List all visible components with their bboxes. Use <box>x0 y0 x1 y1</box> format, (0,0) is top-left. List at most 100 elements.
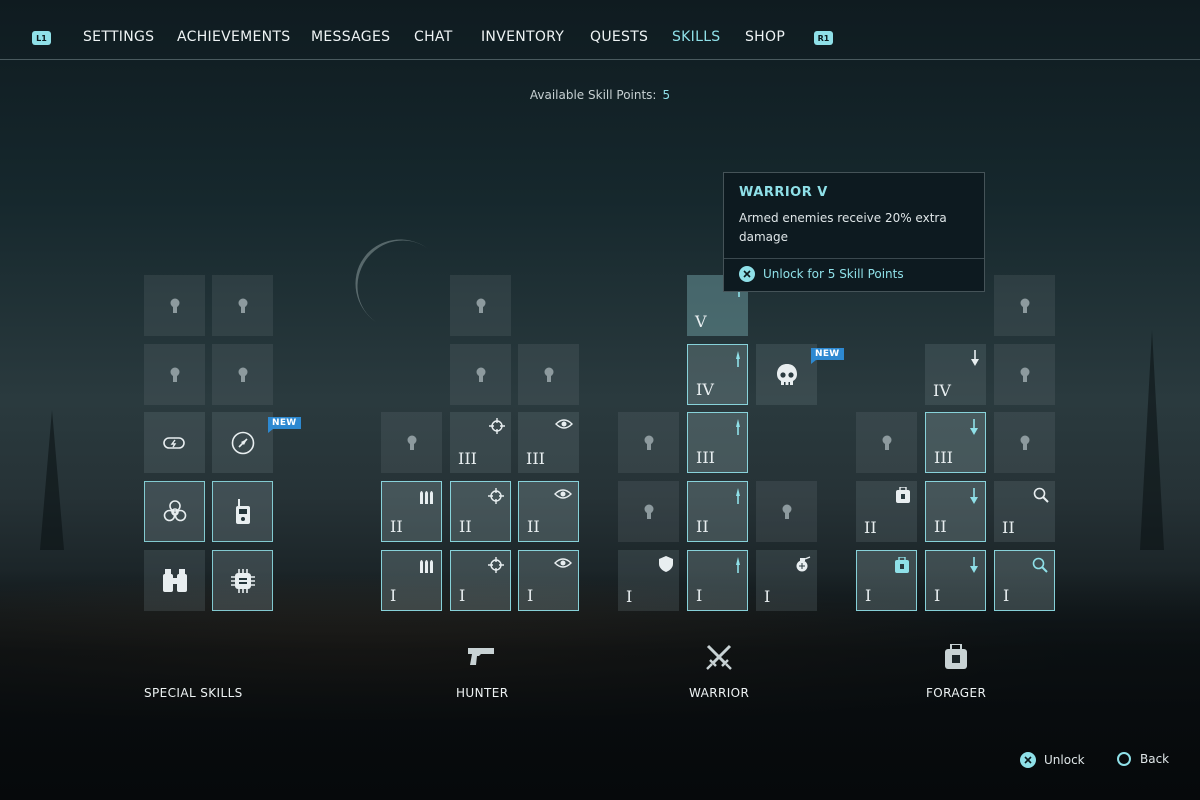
unlock-hint[interactable]: Unlock <box>1020 752 1085 768</box>
back-hint-label: Back <box>1140 752 1170 766</box>
eye-icon <box>554 558 572 568</box>
category-hunter: HUNTER <box>456 686 509 700</box>
hunter-ammo-i[interactable]: I <box>381 550 442 611</box>
skill-level: I <box>527 586 534 605</box>
moon-arc <box>337 221 466 349</box>
hunter-eye-i[interactable]: I <box>518 550 579 611</box>
warrior-grenade-i[interactable]: I <box>756 550 817 611</box>
hunter-crosshair-iii[interactable]: III <box>450 412 511 473</box>
tab-chat[interactable]: CHAT <box>414 29 453 45</box>
special-skill-battery[interactable] <box>144 412 205 473</box>
keyhole-icon <box>882 435 891 450</box>
hunter-crosshair-ii[interactable]: II <box>450 481 511 542</box>
forager-shovel-ii[interactable]: II <box>925 481 986 542</box>
skill-level: III <box>526 449 545 468</box>
hunter-eye-ii[interactable]: II <box>518 481 579 542</box>
warrior-skull[interactable] <box>756 344 817 405</box>
tab-messages[interactable]: MESSAGES <box>311 29 390 45</box>
special-skill-radio[interactable] <box>212 481 273 542</box>
eye-icon <box>554 489 572 499</box>
l1-bumper-badge[interactable]: L1 <box>32 31 51 45</box>
forager-skill-locked[interactable] <box>994 412 1055 473</box>
r1-bumper-badge[interactable]: R1 <box>814 31 833 45</box>
tab-inventory[interactable]: INVENTORY <box>481 29 564 45</box>
keyhole-icon <box>476 367 485 382</box>
forager-shovel-i[interactable]: I <box>925 550 986 611</box>
warrior-knife-ii[interactable]: II <box>687 481 748 542</box>
ammo-icon <box>420 491 433 504</box>
category-forager: FORAGER <box>926 686 987 700</box>
special-skill-chip[interactable] <box>212 550 273 611</box>
new-badge: NEW <box>811 348 844 364</box>
keyhole-icon <box>476 298 485 313</box>
special-skill-compass[interactable] <box>212 412 273 473</box>
forager-skill-locked[interactable] <box>994 275 1055 336</box>
knife-icon <box>736 557 740 573</box>
hunter-skill-locked[interactable] <box>450 344 511 405</box>
tab-quests[interactable]: QUESTS <box>590 29 648 45</box>
special-skill-biohazard[interactable] <box>144 481 205 542</box>
eye-icon <box>555 419 573 429</box>
special-skill-locked[interactable] <box>212 344 273 405</box>
shield-icon <box>659 556 673 572</box>
skill-tooltip: WARRIOR V Armed enemies receive 20% extr… <box>723 172 985 292</box>
keyhole-icon <box>644 504 653 519</box>
forager-backpack-ii[interactable]: II <box>856 481 917 542</box>
special-skill-locked[interactable] <box>212 275 273 336</box>
knife-icon <box>736 351 740 367</box>
biohazard-icon <box>163 499 186 521</box>
keyhole-icon <box>544 367 553 382</box>
hunter-crosshair-i[interactable]: I <box>450 550 511 611</box>
forager-magnifier-i[interactable]: I <box>994 550 1055 611</box>
battery-icon <box>162 436 185 449</box>
keyhole-icon <box>1020 367 1029 382</box>
forager-shovel-iii[interactable]: III <box>925 412 986 473</box>
skill-level: I <box>459 586 466 605</box>
tooltip-title: WARRIOR V <box>739 185 828 200</box>
keyhole-icon <box>782 504 791 519</box>
special-skill-locked[interactable] <box>144 344 205 405</box>
shovel-icon <box>970 419 978 435</box>
hunter-skill-locked[interactable] <box>381 412 442 473</box>
forager-magnifier-ii[interactable]: II <box>994 481 1055 542</box>
crosshair-icon <box>488 488 504 504</box>
category-special-skills: SPECIAL SKILLS <box>144 686 243 700</box>
warrior-shield-i[interactable]: I <box>618 550 679 611</box>
hunter-ammo-ii[interactable]: II <box>381 481 442 542</box>
skill-level: II <box>696 517 709 536</box>
warrior-skill-locked[interactable] <box>618 481 679 542</box>
hunter-skill-locked[interactable] <box>450 275 511 336</box>
skill-level: II <box>864 518 877 537</box>
warrior-knife-iii[interactable]: III <box>687 412 748 473</box>
special-skill-binoculars[interactable] <box>144 550 205 611</box>
shovel-icon <box>971 350 979 366</box>
new-badge: NEW <box>268 417 301 433</box>
tab-settings[interactable]: SETTINGS <box>83 29 154 45</box>
keyhole-icon <box>170 367 179 382</box>
special-skill-locked[interactable] <box>144 275 205 336</box>
warrior-skill-locked[interactable] <box>756 481 817 542</box>
hunter-eye-iii[interactable]: III <box>518 412 579 473</box>
forager-skill-locked[interactable] <box>994 344 1055 405</box>
warrior-knife-iv[interactable]: IV <box>687 344 748 405</box>
crosshair-icon <box>488 557 504 573</box>
skill-level: I <box>934 586 941 605</box>
keyhole-icon <box>238 367 247 382</box>
tab-achievements[interactable]: ACHIEVEMENTS <box>177 29 290 45</box>
skill-level: I <box>696 586 703 605</box>
grenade-icon <box>796 556 811 572</box>
forager-backpack-i[interactable]: I <box>856 550 917 611</box>
top-nav: L1 SETTINGS ACHIEVEMENTS MESSAGES CHAT I… <box>0 0 1200 60</box>
tooltip-unlock-action[interactable]: Unlock for 5 Skill Points <box>739 266 904 282</box>
back-hint[interactable]: Back <box>1117 752 1169 766</box>
warrior-skill-locked[interactable] <box>618 412 679 473</box>
compass-icon <box>231 431 254 454</box>
skill-level: III <box>458 449 477 468</box>
hunter-skill-locked[interactable] <box>518 344 579 405</box>
tab-skills[interactable]: SKILLS <box>672 29 720 45</box>
tab-shop[interactable]: SHOP <box>745 29 785 45</box>
warrior-knife-i[interactable]: I <box>687 550 748 611</box>
forager-skill-locked[interactable] <box>856 412 917 473</box>
shovel-icon <box>970 557 978 573</box>
forager-shovel-iv[interactable]: IV <box>925 344 986 405</box>
